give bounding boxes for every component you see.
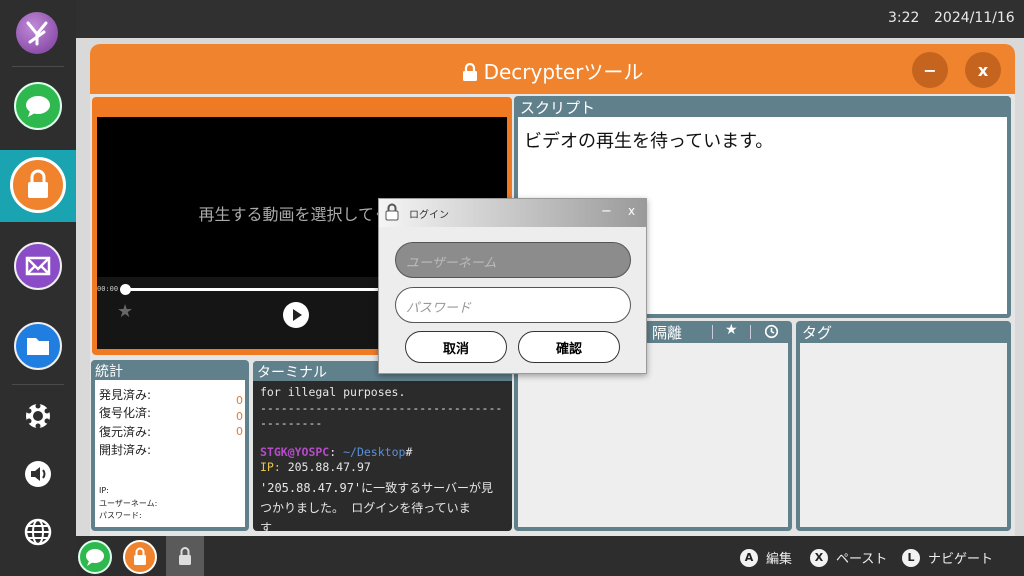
taskbar-decrypter-icon[interactable]: [123, 540, 157, 574]
ip-value: 205.88.47.97: [280, 460, 371, 474]
a-key-icon: A: [740, 548, 758, 567]
hint-edit: A 編集: [740, 548, 792, 567]
window-title: Decrypterツール: [483, 60, 644, 84]
username-input[interactable]: ユーザーネーム: [395, 242, 631, 278]
globe-network-icon[interactable]: [22, 516, 54, 548]
terminal-prompt: STGK@YOSPC: ~/Desktop#: [260, 445, 412, 459]
prompt-end: #: [405, 445, 413, 459]
tags-panel-title: タグ: [802, 324, 833, 342]
play-button[interactable]: [283, 302, 309, 328]
tags-panel: タグ: [796, 321, 1011, 531]
taskbar: A 編集 X ペースト L ナビゲート: [76, 536, 1024, 576]
ip-key: IP:: [260, 460, 281, 474]
terminal-ip-line: IP: 205.88.47.97: [260, 460, 371, 474]
stat-restored-label: 復元済み:: [99, 425, 152, 439]
files-app-icon[interactable]: [14, 322, 62, 370]
cancel-button[interactable]: 取消: [405, 331, 507, 363]
ip-label: IP:: [99, 486, 109, 495]
script-status-text: ビデオの再生を待っています。: [524, 131, 774, 152]
quarantine-panel-title: 隔離: [652, 324, 683, 342]
script-panel-title: スクリプト: [520, 99, 596, 117]
hint-navigate: L ナビゲート: [902, 548, 993, 567]
window-close-button[interactable]: x: [965, 52, 1001, 88]
password-input[interactable]: パスワード: [395, 287, 631, 323]
taskbar-lock-icon: [179, 547, 191, 565]
confirm-button[interactable]: 確認: [518, 331, 620, 363]
l-key-icon: L: [902, 548, 920, 567]
username-label: ユーザーネーム:: [99, 499, 158, 508]
favorite-star-icon[interactable]: ★: [117, 301, 133, 322]
settings-gear-icon[interactable]: [22, 400, 54, 432]
messages-app-icon[interactable]: [14, 82, 62, 130]
dock-divider: [12, 66, 64, 67]
terminal-message: '205.88.47.97'に一致するサーバーが見: [260, 481, 494, 495]
hint-paste: X ペースト: [810, 548, 887, 567]
terminal-title: ターミナル: [257, 365, 327, 381]
volume-icon[interactable]: [22, 458, 54, 490]
stat-decrypted-value: 0: [236, 410, 243, 423]
header-divider: [750, 325, 751, 339]
terminal-message: す: [260, 521, 273, 531]
hint-edit-label: 編集: [766, 552, 793, 567]
terminal-message: つかりました。 ログインを待っていま: [260, 501, 471, 515]
login-close-button[interactable]: x: [628, 204, 635, 218]
stats-body: 発見済み: 0 復号化済: 0 復元済み: 0 開封済み: IP: ユーザーネー…: [95, 380, 245, 527]
decrypter-app-icon[interactable]: [10, 157, 66, 213]
dock-divider: [12, 384, 64, 385]
hint-navigate-label: ナビゲート: [928, 552, 994, 567]
window-title-bar[interactable]: Decrypterツール − x: [90, 44, 1015, 94]
clock-date: 2024/11/16: [934, 10, 1015, 26]
prompt-path: ~/Desktop: [336, 445, 406, 459]
stats-panel-title: 統計: [95, 364, 123, 380]
login-title-bar[interactable]: ログイン − x: [379, 199, 646, 227]
terminal-panel[interactable]: ターミナル for illegal purposes. ------------…: [253, 361, 512, 531]
stat-found-value: 0: [236, 394, 243, 407]
video-time: 00:00: [97, 285, 119, 293]
hint-paste-label: ペースト: [836, 552, 888, 567]
play-icon: [293, 309, 302, 321]
x-key-icon: X: [810, 548, 828, 567]
stats-panel: 統計 発見済み: 0 復号化済: 0 復元済み: 0 開封済み: IP: ユーザ…: [91, 360, 249, 531]
stat-opened-label: 開封済み:: [99, 443, 152, 457]
login-minimize-button[interactable]: −: [601, 204, 612, 219]
history-clock-icon[interactable]: [764, 324, 779, 343]
lock-icon: [385, 203, 399, 225]
taskbar-active-window[interactable]: [166, 536, 204, 576]
clock-time: 3:22: [888, 10, 920, 26]
terminal-line: for illegal purposes.: [260, 385, 406, 399]
window-minimize-button[interactable]: −: [912, 52, 948, 88]
terminal-line: ---------: [260, 416, 323, 430]
header-divider: [712, 325, 713, 339]
prompt-user: STGK@YOSPC: [260, 445, 330, 459]
password-label: パスワード:: [99, 511, 142, 520]
launcher-logo-icon[interactable]: [16, 12, 58, 54]
lock-icon: [462, 62, 478, 86]
stat-found-label: 発見済み:: [99, 388, 152, 402]
terminal-line: -----------------------------------: [260, 401, 503, 415]
video-progress-handle[interactable]: [120, 284, 131, 295]
taskbar-messages-icon[interactable]: [78, 540, 112, 574]
top-status-bar: 3:22 2024/11/16: [76, 0, 1024, 38]
quarantine-star-icon[interactable]: ★: [725, 322, 738, 338]
mail-app-icon[interactable]: [14, 242, 62, 290]
login-title: ログイン: [409, 210, 449, 221]
stat-decrypted-label: 復号化済:: [99, 406, 152, 420]
app-dock: [0, 0, 76, 576]
stat-restored-value: 0: [236, 425, 243, 438]
login-dialog: ログイン − x ユーザーネーム パスワード 取消 確認: [378, 198, 647, 374]
tags-list[interactable]: [800, 343, 1007, 527]
